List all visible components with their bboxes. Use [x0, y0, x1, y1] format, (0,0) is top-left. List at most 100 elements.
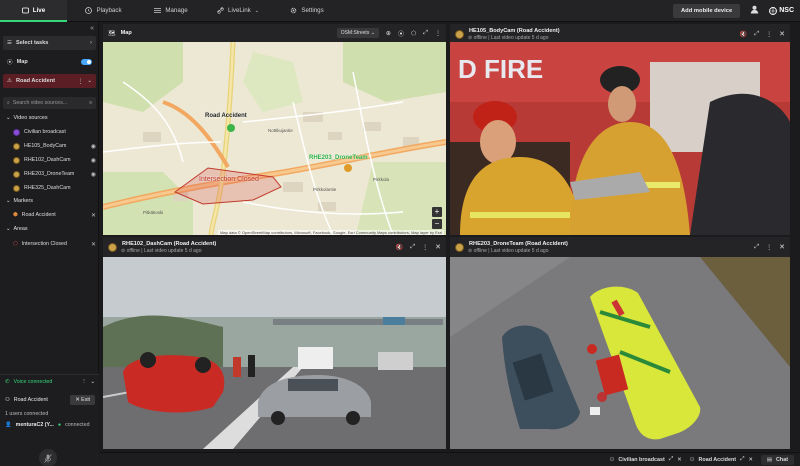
select-tasks-button[interactable]: ☰ Select tasks ›	[3, 36, 96, 50]
map-attribution: Map data © OpenStreetMap contributors, M…	[218, 230, 444, 235]
tab-live-label: Live	[32, 7, 46, 14]
expand-icon[interactable]: ⤢	[740, 456, 744, 463]
voice-channel: Road Accident	[13, 397, 48, 403]
filter-icon[interactable]: ≡	[89, 100, 92, 106]
areas-header[interactable]: ⌄ Areas	[6, 226, 28, 232]
expand-icon[interactable]: ⤢	[754, 244, 759, 251]
add-mobile-device-button[interactable]: Add mobile device	[673, 3, 741, 18]
camera-title: RHE102_DashCam (Road Accident)	[122, 240, 217, 247]
more-icon[interactable]: ⋮	[435, 30, 441, 37]
tab-settings-label: Settings	[301, 7, 324, 14]
source-rhe102-dashcam[interactable]: RHE102_DashCam ◉	[13, 154, 96, 166]
map-toggle-row[interactable]: ⦿ Map	[3, 55, 96, 69]
close-icon[interactable]: ✕	[91, 241, 96, 248]
chevron-down-icon: ⌄	[6, 115, 11, 121]
tab-playback[interactable]: Playback	[67, 0, 140, 22]
eye-icon[interactable]: ◉	[91, 143, 96, 150]
user-icon[interactable]	[750, 5, 759, 16]
tab-livelink[interactable]: LiveLink ⌄	[202, 0, 274, 22]
tab-playback-label: Playback	[96, 7, 122, 14]
tab-settings[interactable]: Settings	[274, 0, 340, 22]
chevron-down-icon[interactable]: ⌄	[91, 379, 95, 385]
area-intersection-closed[interactable]: ⬠ Intersection Closed ✕	[13, 238, 96, 250]
camera-avatar-icon	[455, 242, 464, 252]
expand-icon[interactable]: ⤢	[669, 456, 673, 463]
crosshair-icon[interactable]: ⊕	[386, 30, 391, 37]
more-icon[interactable]: ⋮	[422, 244, 428, 251]
camera-status: ⊘ offline | Last video update 5 d ago	[468, 248, 549, 254]
camera-feed[interactable]	[450, 257, 790, 449]
close-icon[interactable]: ✕	[748, 457, 753, 463]
tasks-icon: ☰	[7, 40, 13, 46]
sliders-icon	[154, 7, 162, 14]
camera-avatar-icon	[13, 170, 20, 178]
expand-icon[interactable]: ⤢	[754, 31, 759, 38]
microphone-muted-icon[interactable]	[39, 449, 57, 466]
exit-voice-button[interactable]: ✕ Exit	[70, 395, 95, 405]
camera-pane-header: HE105_BodyCam (Road Accident) 🔇 ⤢ ⋮ ✕	[450, 24, 790, 44]
expand-icon[interactable]: ⤢	[423, 30, 428, 37]
collapse-sidebar-icon[interactable]: «	[90, 25, 94, 32]
close-icon[interactable]: ✕	[91, 212, 96, 219]
chat-button[interactable]: ▤ Chat	[760, 454, 794, 465]
dashcam-image	[103, 257, 446, 449]
camera-avatar-icon	[13, 184, 20, 192]
more-icon[interactable]: ⋮	[77, 78, 83, 85]
source-civilian-broadcast[interactable]: Civilian broadcast	[13, 126, 96, 138]
map-layer-select[interactable]: OSM:Streets ⌄	[336, 28, 379, 38]
more-icon[interactable]: ⋮	[766, 244, 772, 251]
offline-icon: ⊘	[468, 248, 473, 254]
source-he105-bodycam[interactable]: HE105_BodyCam ◉	[13, 140, 96, 152]
close-icon[interactable]: ✕	[435, 243, 441, 251]
camera-status: ⊘ offline | Last video update 5 d ago	[121, 248, 202, 254]
more-icon[interactable]: ⋮	[81, 379, 86, 385]
map-canvas[interactable]: Road Accident Intersection Closed RHE203…	[103, 42, 446, 235]
area-polygon-icon: ⬠	[13, 241, 18, 247]
playback-icon	[85, 7, 93, 14]
incident-icon: ⚠	[7, 78, 13, 84]
mute-icon[interactable]: 🔇	[740, 31, 747, 38]
camera-feed[interactable]	[103, 257, 446, 449]
zoom-in-button[interactable]: +	[432, 207, 442, 217]
polygon-icon[interactable]: ⬠	[411, 30, 416, 37]
close-icon[interactable]: ✕	[779, 30, 785, 38]
markers-label: Markers	[13, 198, 33, 204]
map-toggle[interactable]	[81, 59, 92, 65]
more-icon[interactable]: ⋮	[766, 31, 772, 38]
camera-last-update: Last video update 5 d ago	[143, 248, 202, 254]
pin-icon[interactable]: ⦿	[398, 29, 404, 38]
chat-label: Chat	[776, 456, 788, 463]
tab-live[interactable]: Live	[0, 0, 67, 22]
map-title: Map	[120, 30, 132, 36]
incident-chip[interactable]: ⚇ Road Accident ⤢ ✕	[690, 456, 753, 463]
markers-header[interactable]: ⌄ Markers	[6, 198, 33, 204]
chevron-down-icon[interactable]: ⌄	[87, 78, 92, 84]
search-video-sources[interactable]: ⌕ Search video sources... ≡	[3, 97, 96, 109]
mute-icon[interactable]: 🔇	[396, 244, 403, 251]
voice-channel-row: ⚇ Road Accident ✕ Exit	[5, 394, 95, 406]
incident-selector[interactable]: ⚠ Road Accident ⋮ ⌄	[3, 74, 96, 88]
tab-manage[interactable]: Manage	[140, 0, 202, 22]
source-rhe325-dashcam[interactable]: RHE325_DashCam	[13, 182, 96, 194]
offline-icon: ⊘	[121, 248, 126, 254]
close-icon[interactable]: ✕	[779, 243, 785, 251]
source-rhe203-droneteam[interactable]: RHE203_DroneTeam ◉	[13, 168, 96, 180]
zoom-out-button[interactable]: −	[432, 219, 442, 229]
eye-icon[interactable]: ◉	[91, 171, 96, 178]
users-connected: 1 users connected	[5, 411, 49, 417]
close-icon[interactable]: ✕	[677, 457, 682, 463]
map-street-label: Pirkkolantie	[313, 187, 337, 192]
search-placeholder: Search video sources...	[12, 100, 68, 106]
eye-icon[interactable]: ◉	[91, 157, 96, 164]
marker-road-accident[interactable]: ⬢ Road Accident ✕	[13, 209, 96, 221]
map-layer-value: OSM:Streets	[340, 30, 370, 36]
expand-icon[interactable]: ⤢	[410, 244, 415, 251]
map-pane: 🗺 Map OSM:Streets ⌄ ⊕ ⦿ ⬠ ⤢ ⋮ Road Accid…	[103, 24, 446, 235]
search-icon: ⌕	[7, 99, 10, 106]
camera-pane-rhe102: RHE102_DashCam (Road Accident) 🔇 ⤢ ⋮ ✕ ⊘…	[103, 237, 446, 449]
broadcast-chip[interactable]: ⚇ Civilian broadcast ⤢ ✕	[610, 456, 682, 463]
video-sources-header[interactable]: ⌄ Video sources	[6, 115, 48, 121]
camera-feed[interactable]: D FIRE	[450, 42, 790, 235]
broadcast-chip-label: Civilian broadcast	[618, 456, 665, 463]
exit-label: Exit	[81, 397, 90, 403]
